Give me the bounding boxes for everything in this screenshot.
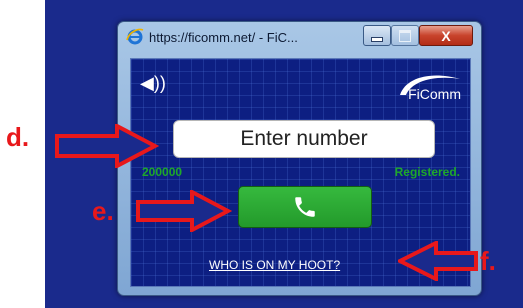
minimize-button[interactable] bbox=[363, 25, 391, 46]
logo-text: FiComm bbox=[408, 86, 461, 102]
annotation-label-f: f. bbox=[480, 246, 496, 276]
internet-explorer-icon bbox=[126, 28, 144, 45]
number-input[interactable] bbox=[173, 120, 435, 158]
annotation-arrow-d bbox=[55, 124, 159, 168]
annotation-arrow-f bbox=[398, 241, 478, 281]
speaker-icon[interactable]: ◀)) bbox=[140, 73, 166, 94]
annotation-label-e: e. bbox=[92, 196, 114, 226]
phone-icon bbox=[295, 197, 315, 217]
maximize-button[interactable] bbox=[391, 25, 419, 46]
registration-status: Registered. bbox=[394, 165, 460, 179]
close-icon: X bbox=[441, 27, 451, 44]
annotation-label-d: d. bbox=[6, 122, 30, 152]
minimize-icon bbox=[371, 36, 383, 42]
who-is-on-my-hoot-link[interactable]: WHO IS ON MY HOOT? bbox=[209, 258, 340, 272]
close-button[interactable]: X bbox=[419, 25, 473, 46]
maximize-icon bbox=[399, 29, 411, 42]
annotation-arrow-e bbox=[136, 190, 232, 232]
title-bar[interactable]: https://ficomm.net/ - FiC... X bbox=[118, 22, 481, 52]
ficomm-logo: FiComm bbox=[392, 69, 464, 105]
call-button[interactable] bbox=[238, 186, 372, 228]
window-title: https://ficomm.net/ - FiC... bbox=[149, 30, 298, 45]
